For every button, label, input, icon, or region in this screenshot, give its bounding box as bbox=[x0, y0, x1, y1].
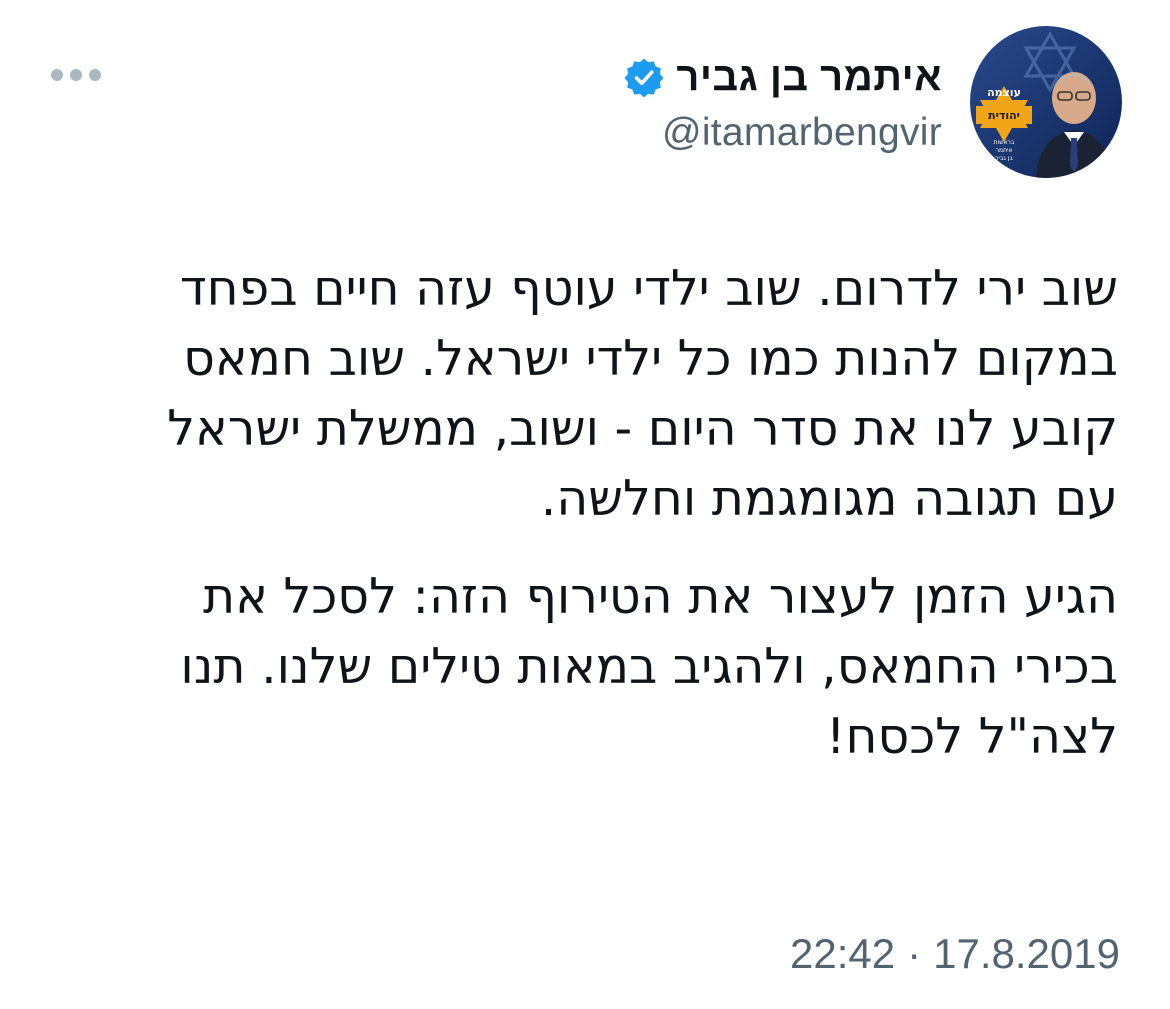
avatar-logo-text-2: יהודית bbox=[988, 109, 1020, 122]
timestamp-separator: · bbox=[907, 930, 922, 977]
tweet-line: במקום להנות כמו כל ילדי ישראל. שוב חמאס bbox=[183, 330, 1118, 387]
tweet-date[interactable]: 17.8.2019 bbox=[933, 930, 1120, 978]
tweet-header: איתמר בן גביר @itamarbengvir עוצמה יהודי… bbox=[624, 26, 1122, 178]
tweet-paragraph: שוב ירי לדרום. שוב ילדי עוטף עזה חיים בפ… bbox=[43, 254, 1118, 534]
author-names: איתמר בן גביר @itamarbengvir bbox=[624, 49, 942, 155]
more-horizontal-icon bbox=[51, 69, 101, 81]
avatar-logo-text-1: עוצמה bbox=[987, 86, 1021, 99]
tweet-line: בכירי החמאס, ולהגיב במאות טילים שלנו. תנ… bbox=[180, 638, 1118, 695]
tweet-time[interactable]: 22:42 bbox=[790, 930, 895, 978]
avatar-logo-text-5: בן גביר bbox=[995, 155, 1013, 162]
avatar[interactable]: עוצמה יהודית בראשות איתמר בן גביר bbox=[970, 26, 1122, 178]
display-name-row[interactable]: איתמר בן גביר bbox=[624, 49, 942, 105]
tweet-paragraph: הגיע הזמן לעצור את הטירוף הזה: לסכל את ב… bbox=[43, 562, 1118, 772]
tweet-text: שוב ירי לדרום. שוב ילדי עוטף עזה חיים בפ… bbox=[43, 254, 1118, 800]
author-display-name[interactable]: איתמר בן גביר bbox=[676, 55, 942, 100]
more-options-button[interactable] bbox=[50, 62, 102, 88]
tweet-line: הגיע הזמן לעצור את הטירוף הזה: לסכל את bbox=[203, 568, 1118, 625]
tweet-line: עם תגובה מגומגמת וחלשה. bbox=[540, 470, 1118, 527]
author-handle[interactable]: @itamarbengvir bbox=[662, 111, 942, 155]
avatar-logo-text-3: בראשות bbox=[994, 139, 1015, 146]
tweet-line: שוב ירי לדרום. שוב ילדי עוטף עזה חיים בפ… bbox=[179, 260, 1118, 317]
tweet-card: איתמר בן גביר @itamarbengvir עוצמה יהודי… bbox=[0, 0, 1170, 1009]
tweet-line: לצה"ל לכסח! bbox=[825, 708, 1118, 765]
avatar-logo-text-4: איתמר bbox=[996, 147, 1013, 154]
tweet-timestamp[interactable]: 22:42 · 17.8.2019 bbox=[790, 930, 1120, 978]
tweet-line: קובע לנו את סדר היום - ושוב, ממשלת ישראל bbox=[167, 400, 1118, 457]
verified-badge-icon bbox=[624, 57, 664, 97]
